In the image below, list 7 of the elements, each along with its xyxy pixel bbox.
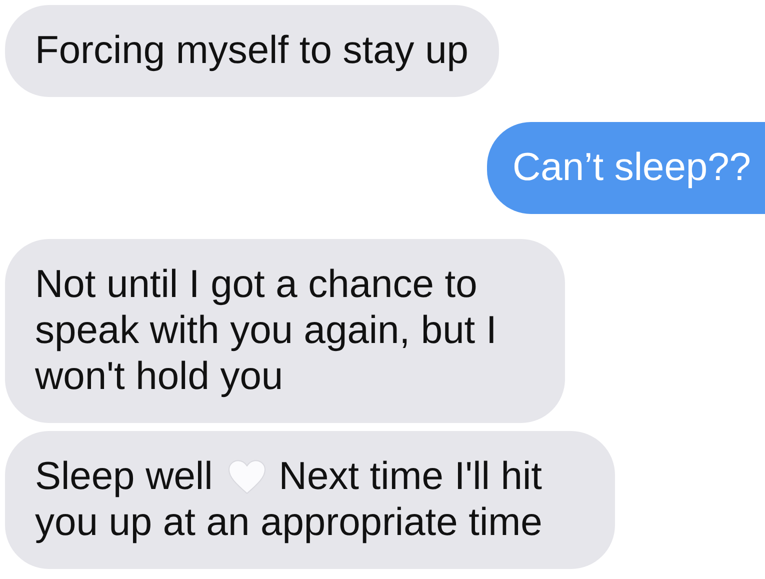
message-text: Sleep well: [35, 454, 213, 500]
message-text: Not until I got a chance to speak with you again, but I won't hold you: [35, 263, 497, 398]
message-text: Forcing myself to stay up: [35, 29, 468, 72]
message-text: Can’t sleep??: [512, 146, 751, 189]
message-text: Next time I'll hit: [278, 454, 542, 500]
message-text: you up at an appropriate time: [35, 500, 542, 546]
heart-icon: [226, 459, 267, 495]
